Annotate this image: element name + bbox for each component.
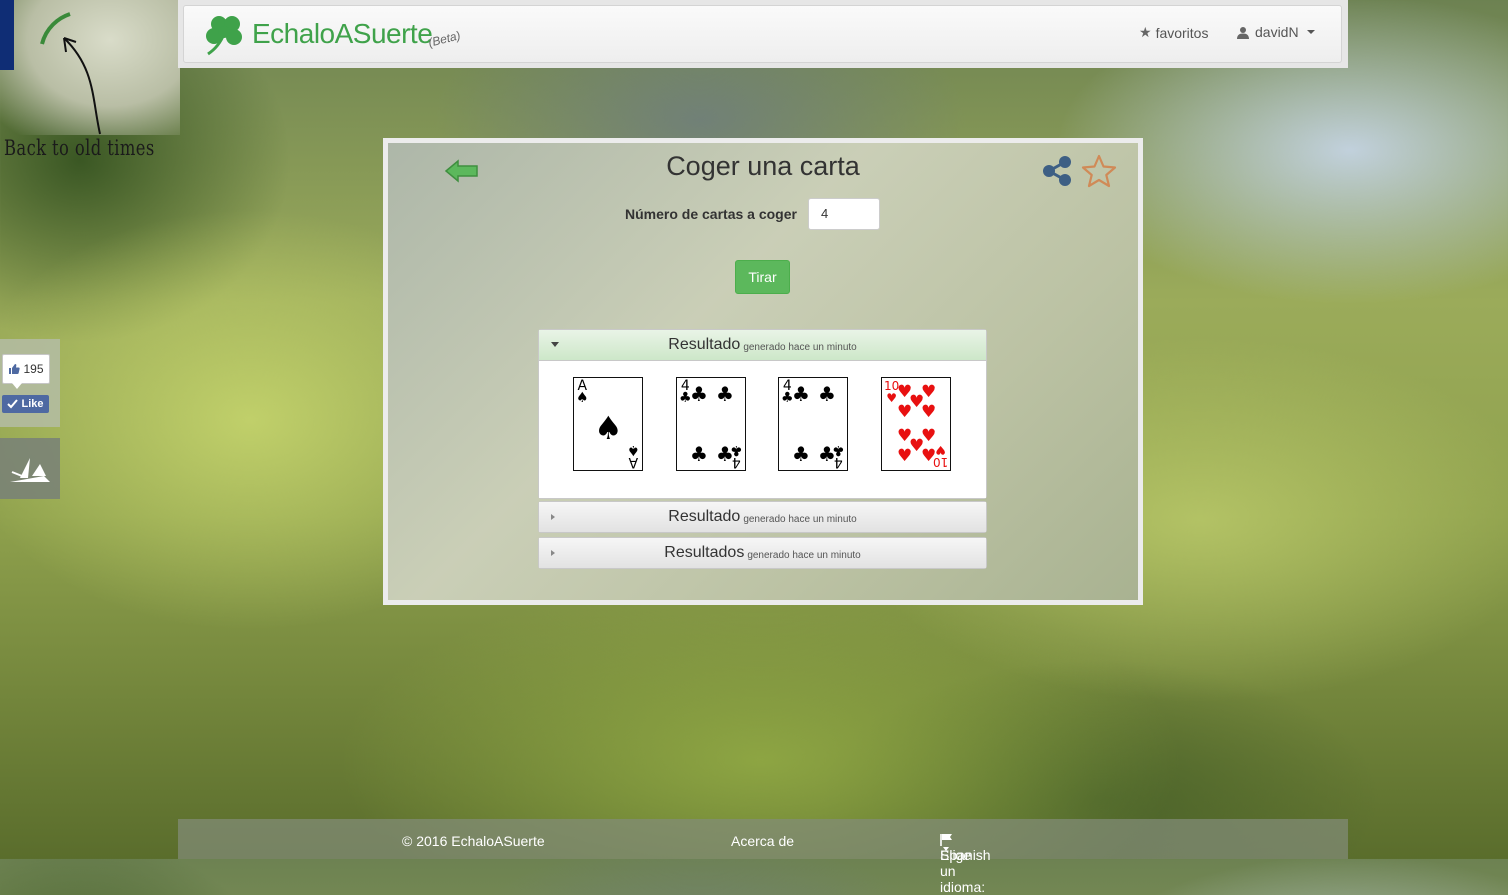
card-pip: ♣: [690, 442, 708, 466]
favorite-star-icon[interactable]: [1081, 154, 1117, 188]
ship-widget-button[interactable]: [0, 438, 60, 499]
result-panel-2: Resultado generado hace un minuto: [538, 501, 987, 533]
favorites-label: favoritos: [1155, 24, 1209, 41]
caret-right-icon: [551, 550, 555, 556]
card-corner: 4 ♣: [730, 442, 743, 470]
chevron-down-icon: [943, 847, 949, 851]
result-heading: Resultado: [668, 508, 741, 525]
facebook-like-button[interactable]: Like: [2, 395, 49, 413]
card-suit: ♣: [832, 442, 845, 458]
like-label: Like: [21, 398, 44, 410]
like-count: 195: [23, 362, 44, 376]
caret-right-icon: [551, 514, 555, 520]
username: davidN: [1255, 24, 1299, 40]
card-pip: ♣: [690, 382, 708, 406]
playing-card: A ♠ ♠ A ♠: [573, 377, 643, 471]
result-heading: Resultado: [668, 336, 741, 353]
result-timestamp: generado hace un minuto: [747, 550, 861, 561]
star-small-icon: ★: [1139, 24, 1152, 40]
curved-arrow-icon: [40, 12, 101, 135]
card-suit: ♥: [886, 391, 898, 405]
user-menu-dropdown[interactable]: davidN: [1237, 24, 1315, 40]
result-header-3[interactable]: Resultados generado hace un minuto: [539, 538, 986, 568]
ship-logo-icon: [10, 457, 50, 482]
footer-copyright: © 2016 EchaloASuerte: [402, 833, 545, 849]
card-corner: A ♠: [576, 379, 589, 406]
result-timestamp: generado hace un minuto: [743, 514, 857, 525]
card-suit: ♠: [576, 390, 589, 406]
playing-card: 10 ♥ ♥ ♥ ♥ ♥ ♥ ♥ ♥ ♥ ♥ ♥ 10 ♥: [881, 377, 951, 471]
clover-icon: [206, 16, 242, 56]
chevron-down-icon: [1306, 30, 1315, 34]
like-count-bubble: 195: [2, 354, 50, 389]
brand-logo-link[interactable]: EchaloASuerte: [202, 12, 433, 56]
flag-icon: [940, 834, 952, 846]
result-panel-3: Resultados generado hace un minuto: [538, 537, 987, 569]
card-suit: ♣: [730, 442, 743, 458]
result-header-2[interactable]: Resultado generado hace un minuto: [539, 502, 986, 532]
card-corner: A ♠: [627, 442, 640, 470]
card-suit: ♠: [627, 442, 640, 458]
navbar-inner: EchaloASuerte (Beta) ★ favoritos davidN: [183, 5, 1342, 63]
card-pip: ♣: [716, 382, 734, 406]
number-of-cards-label: Número de cartas a coger: [625, 206, 797, 222]
footer: © 2016 EchaloASuerte Acerca de Elige un …: [178, 819, 1348, 895]
brand-name: EchaloASuerte: [252, 18, 433, 49]
share-icon[interactable]: [1041, 155, 1073, 187]
playing-card: 4 ♣ ♣ ♣ ♣ ♣ 4 ♣: [676, 377, 746, 471]
card-suit: ♥: [934, 443, 946, 457]
thumbs-up-icon: [9, 364, 21, 374]
language-selector[interactable]: Elige un idioma: Spanish: [940, 833, 991, 895]
card-pip: ♠: [594, 409, 623, 447]
corner-dark-strip: [0, 0, 14, 70]
caret-down-icon: [551, 342, 559, 347]
result-header-1[interactable]: Resultado generado hace un minuto: [539, 330, 986, 360]
user-icon: [1237, 26, 1249, 39]
playing-card: 4 ♣ ♣ ♣ ♣ ♣ 4 ♣: [778, 377, 848, 471]
about-link[interactable]: Acerca de: [731, 833, 794, 849]
card-pip: ♥: [897, 402, 913, 422]
result-heading: Resultados: [664, 544, 745, 561]
page-title: Coger una carta: [666, 151, 860, 181]
card-corner: 4 ♣: [832, 442, 845, 470]
card-pip: ♥: [897, 446, 913, 466]
favorites-link[interactable]: ★ favoritos: [1139, 24, 1208, 41]
card-pip: ♣: [792, 442, 810, 466]
back-to-old-times-link[interactable]: Back to old times: [4, 136, 155, 160]
card-pip: ♣: [818, 382, 836, 406]
facebook-like-widget: 195 Like: [0, 339, 60, 427]
card-rank: 10: [932, 455, 948, 469]
draw-button[interactable]: Tirar: [735, 260, 790, 294]
number-of-cards-input[interactable]: 4: [808, 198, 880, 230]
card-corner: 10 ♥: [932, 443, 948, 469]
result-cards-area: A ♠ ♠ A ♠ 4 ♣ ♣ ♣ ♣ ♣ 4 ♣ 4 ♣ ♣ ♣ ♣ ♣ 4 …: [539, 360, 986, 498]
top-navbar: EchaloASuerte (Beta) ★ favoritos davidN: [178, 0, 1348, 68]
checkmark-icon: [7, 399, 19, 409]
main-panel: Coger una carta Número de cartas a coger…: [383, 138, 1143, 605]
result-panel-1: Resultado generado hace un minuto A ♠ ♠ A…: [538, 329, 987, 499]
panel-content: Coger una carta Número de cartas a coger…: [388, 143, 1138, 600]
card-pip: ♣: [792, 382, 810, 406]
card-pip: ♥: [921, 402, 937, 422]
result-timestamp: generado hace un minuto: [743, 342, 857, 353]
